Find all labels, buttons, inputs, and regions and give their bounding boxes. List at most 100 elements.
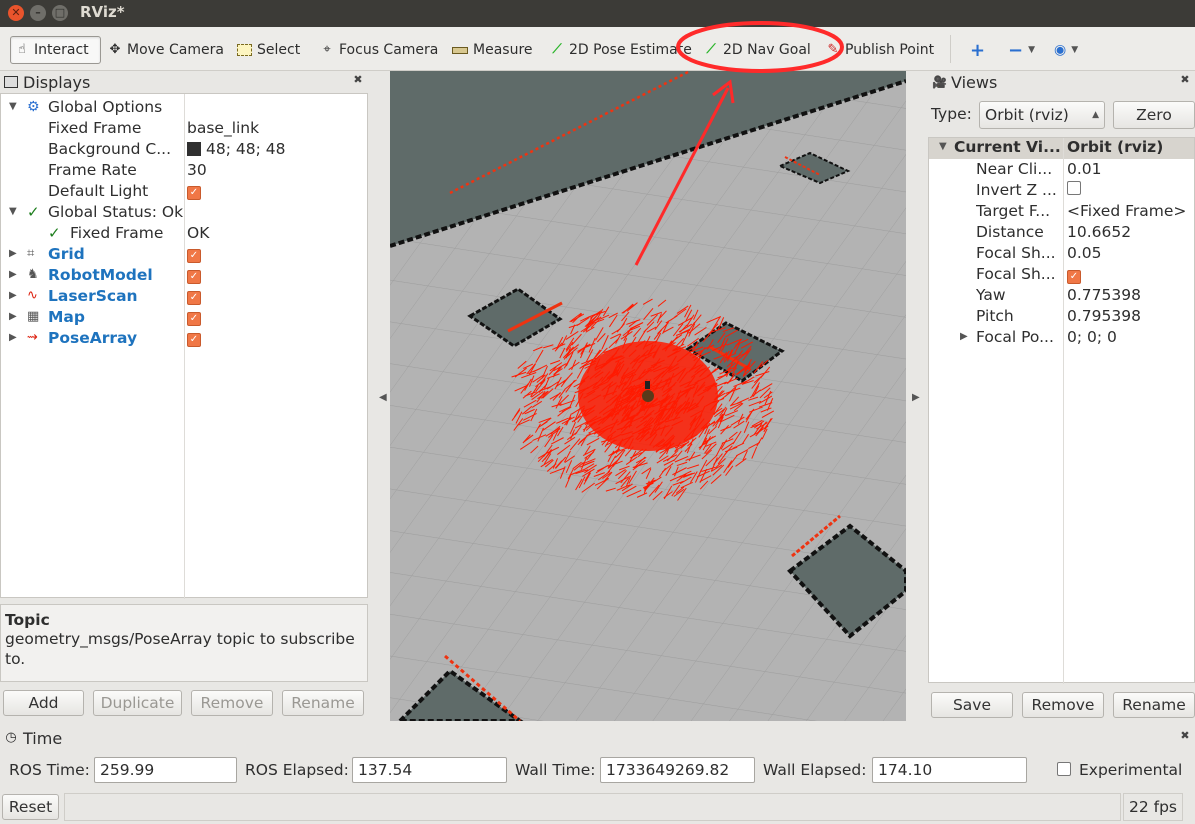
focal-shape-size-row[interactable]: Focal Sh... 0.05 [929,244,1194,265]
measure-tool[interactable]: Measure [448,36,537,64]
near-clip-row[interactable]: Near Cli... 0.01 [929,160,1194,181]
3d-viewport[interactable] [390,71,906,721]
collapse-right-icon[interactable]: ▶ [912,392,920,403]
focal-point-value[interactable]: 0; 0; 0 [1067,328,1117,346]
maximize-window-icon[interactable]: □ [52,5,68,21]
select-tool[interactable]: Select [233,36,304,64]
invert-z-checkbox[interactable] [1067,181,1081,195]
tree-row-default-light[interactable]: Default Light ✓ [1,180,367,201]
focus-camera-tool[interactable]: ⌖ Focus Camera [316,36,442,64]
yaw-row[interactable]: Yaw 0.775398 [929,286,1194,307]
remove-display-button[interactable]: Remove [191,690,273,716]
collapse-arrow-icon[interactable]: ▼ [9,206,19,217]
target-frame-row[interactable]: Target F... <Fixed Frame> [929,202,1194,223]
yaw-value[interactable]: 0.775398 [1067,286,1141,304]
focal-shape-fixed-row[interactable]: Focal Sh... ✓ [929,265,1194,286]
ros-elapsed-field[interactable]: 137.54 [352,757,507,783]
interact-tool[interactable]: ☝ Interact [10,36,101,64]
collapse-left-icon[interactable]: ◀ [379,392,387,403]
move-camera-tool[interactable]: ✥ Move Camera [104,36,228,64]
close-icon[interactable]: ✖ [1179,74,1191,86]
zero-button[interactable]: Zero [1113,101,1195,129]
duplicate-button[interactable]: Duplicate [93,690,182,716]
rename-view-button[interactable]: Rename [1113,692,1195,718]
nav-goal-tool[interactable]: ⟋ 2D Nav Goal [700,36,815,64]
views-tree: ▼ Current Vi... Orbit (rviz) Near Cli...… [928,137,1195,684]
select-label: Select [257,42,301,58]
scene-render[interactable] [390,71,906,721]
tree-row-background[interactable]: Background C... 48; 48; 48 [1,138,367,159]
focal-shape-size-value[interactable]: 0.05 [1067,244,1102,262]
near-clip-value[interactable]: 0.01 [1067,160,1102,178]
tree-row-frame-rate[interactable]: Frame Rate 30 [1,159,367,180]
spin-arrows-icon: ▲ [1092,110,1099,120]
add-tool-icon[interactable]: + [966,36,989,64]
tree-row-laserscan[interactable]: ▶ ∿ LaserScan ✓ [1,285,367,306]
fixed-frame-value[interactable]: base_link [187,119,259,137]
ros-time-label: ROS Time: [9,761,90,779]
status-bar: Reset 22 fps [0,791,1195,824]
pitch-row[interactable]: Pitch 0.795398 [929,307,1194,328]
expand-arrow-icon[interactable]: ▶ [960,331,970,342]
tree-row-fixed-frame[interactable]: Fixed Frame base_link [1,117,367,138]
frame-rate-value[interactable]: 30 [187,161,207,179]
grid-checkbox[interactable]: ✓ [187,249,201,263]
tree-row-grid[interactable]: ▶ ⌗ Grid ✓ [1,243,367,264]
expand-arrow-icon[interactable]: ▶ [9,311,19,322]
distance-value[interactable]: 10.6652 [1067,223,1131,241]
measure-label: Measure [473,42,533,58]
default-light-checkbox[interactable]: ✓ [187,186,201,200]
displays-header: Displays ✖ [0,71,368,93]
close-window-icon[interactable]: ✕ [8,5,24,21]
invert-z-row[interactable]: Invert Z ... [929,181,1194,202]
tree-row-posearray[interactable]: ▶ ⇝ PoseArray ✓ [1,327,367,348]
close-icon[interactable]: ✖ [1179,730,1191,742]
tree-row-map[interactable]: ▶ ▦ Map ✓ [1,306,367,327]
distance-row[interactable]: Distance 10.6652 [929,223,1194,244]
remove-view-button[interactable]: Remove [1022,692,1104,718]
target-frame-value[interactable]: <Fixed Frame> [1067,202,1186,220]
select-icon [237,44,252,56]
save-view-button[interactable]: Save [931,692,1013,718]
nav-goal-label: 2D Nav Goal [723,42,811,58]
robot-icon: ♞ [27,267,39,282]
topic-text: geometry_msgs/PoseArray topic to subscri… [5,630,355,668]
reset-button[interactable]: Reset [2,794,59,820]
close-icon[interactable]: ✖ [352,74,364,86]
rename-display-button[interactable]: Rename [282,690,364,716]
posearray-checkbox[interactable]: ✓ [187,333,201,347]
wall-elapsed-field[interactable]: 174.10 [872,757,1027,783]
publish-point-tool[interactable]: ✎ Publish Point [822,36,938,64]
collapse-arrow-icon[interactable]: ▼ [939,141,949,152]
robotmodel-checkbox[interactable]: ✓ [187,270,201,284]
eye-icon[interactable]: ◉ ▼ [1050,36,1082,64]
tree-row-global-options[interactable]: ▼ ⚙ Global Options [1,96,367,117]
tree-row-status-fixed-frame[interactable]: ✓ Fixed Frame OK [1,222,367,243]
pose-estimate-tool[interactable]: ⟋ 2D Pose Estimate [546,36,696,64]
map-checkbox[interactable]: ✓ [187,312,201,326]
current-view-row[interactable]: ▼ Current Vi... Orbit (rviz) [929,138,1194,159]
pitch-value[interactable]: 0.795398 [1067,307,1141,325]
add-button[interactable]: Add [3,690,84,716]
view-type-select[interactable]: Orbit (rviz) ▲ [979,101,1105,129]
experimental-checkbox[interactable] [1057,762,1071,776]
color-swatch [187,141,201,156]
background-color-value[interactable]: 48; 48; 48 [206,140,285,158]
displays-title: Displays [23,72,91,92]
focal-shape-fixed-checkbox[interactable]: ✓ [1067,270,1081,284]
ros-time-field[interactable]: 259.99 [94,757,237,783]
expand-arrow-icon[interactable]: ▶ [9,290,19,301]
minimize-window-icon[interactable]: – [30,5,46,21]
tree-row-global-status[interactable]: ▼ ✓ Global Status: Ok [1,201,367,222]
robotmodel-label: RobotModel [48,265,153,284]
yaw-label: Yaw [976,286,1006,304]
laserscan-checkbox[interactable]: ✓ [187,291,201,305]
wall-time-field[interactable]: 1733649269.82 [600,757,755,783]
expand-arrow-icon[interactable]: ▶ [9,332,19,343]
focal-point-row[interactable]: ▶ Focal Po... 0; 0; 0 [929,328,1194,349]
collapse-arrow-icon[interactable]: ▼ [9,101,19,112]
remove-tool-icon[interactable]: − ▼ [1004,36,1039,64]
expand-arrow-icon[interactable]: ▶ [9,269,19,280]
tree-row-robotmodel[interactable]: ▶ ♞ RobotModel ✓ [1,264,367,285]
expand-arrow-icon[interactable]: ▶ [9,248,19,259]
